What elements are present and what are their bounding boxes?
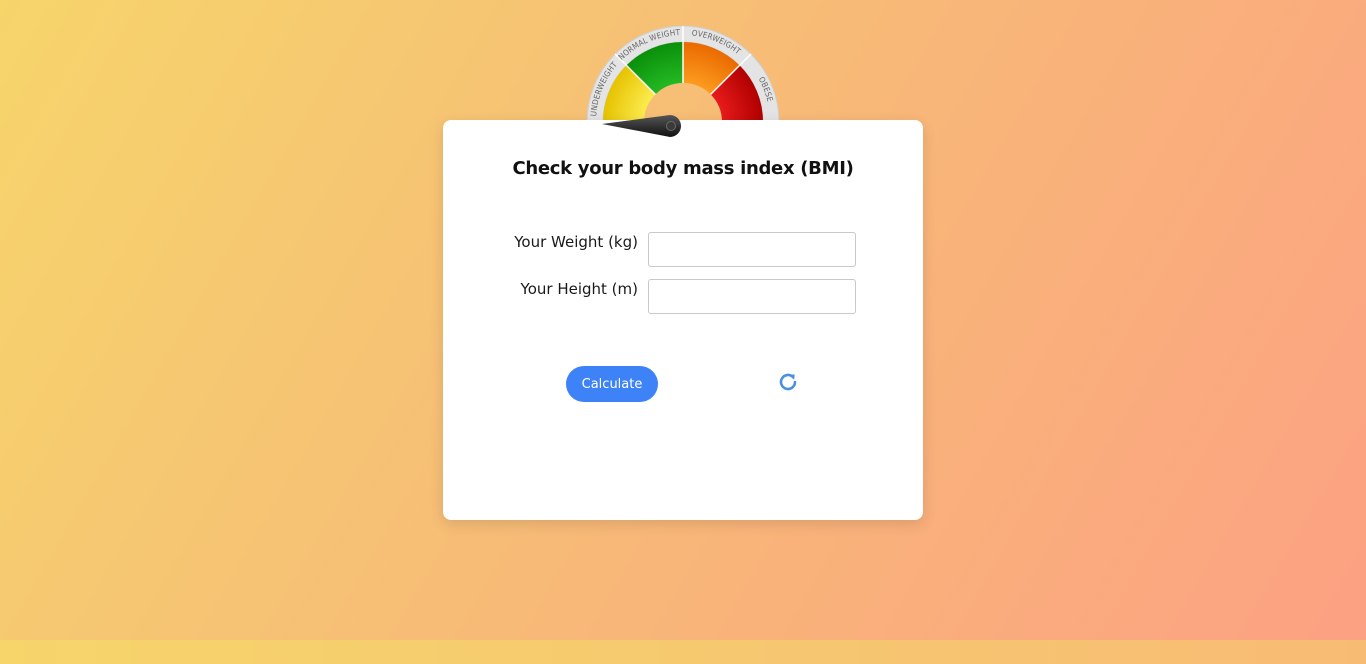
page-title: Check your body mass index (BMI) — [512, 158, 854, 179]
reset-button[interactable] — [776, 370, 800, 394]
bmi-card: Check your body mass index (BMI) Your We… — [443, 120, 923, 520]
calculate-button[interactable]: Calculate — [566, 366, 658, 402]
weight-input[interactable] — [648, 232, 856, 267]
height-label: Your Height (m) — [520, 280, 638, 298]
gauge-needle — [602, 115, 681, 137]
refresh-icon — [779, 373, 797, 391]
bottom-strip — [0, 640, 1366, 664]
height-input[interactable] — [648, 279, 856, 314]
weight-label: Your Weight (kg) — [514, 233, 638, 251]
